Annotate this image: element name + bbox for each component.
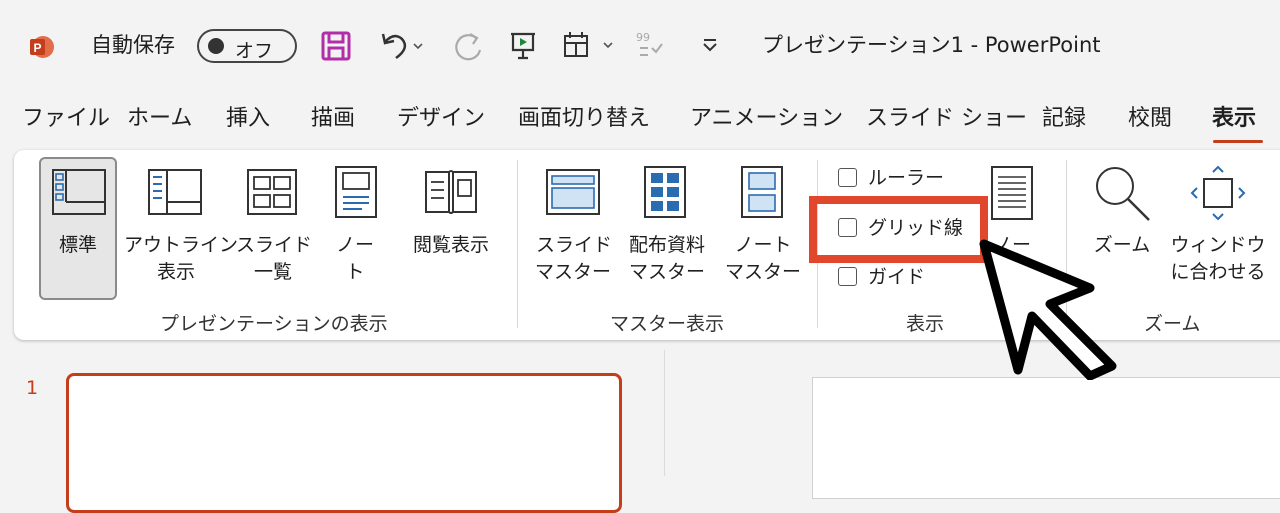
powerpoint-icon: P bbox=[27, 33, 55, 61]
group-label-master-views: マスター表示 bbox=[610, 313, 725, 335]
autosave-state: オフ bbox=[235, 40, 274, 62]
group-separator bbox=[517, 160, 518, 328]
tab-review[interactable]: 校閲 bbox=[1128, 108, 1172, 130]
normal-view-label: 標準 bbox=[58, 234, 97, 256]
slide-thumbnail[interactable] bbox=[66, 373, 622, 513]
layout-icon[interactable] bbox=[562, 30, 618, 60]
slide-sorter-label-1: スライド bbox=[236, 234, 313, 256]
present-icon[interactable] bbox=[508, 30, 538, 60]
notes-page-label-2: ト bbox=[345, 261, 365, 283]
outline-view-label-2: 表示 bbox=[156, 261, 195, 283]
active-tab-indicator bbox=[1213, 140, 1263, 143]
slide-master-label-1: スライド bbox=[536, 234, 613, 256]
checklist-icon[interactable]: 99 bbox=[634, 28, 668, 62]
reading-view-icon[interactable] bbox=[423, 168, 479, 216]
undo-icon[interactable] bbox=[380, 30, 426, 62]
slide-master-icon[interactable] bbox=[545, 168, 601, 216]
svg-text:P: P bbox=[33, 41, 41, 55]
tab-insert[interactable]: 挿入 bbox=[226, 108, 270, 130]
mouse-cursor-icon bbox=[978, 238, 1118, 380]
slide-master-label-2: マスター bbox=[534, 261, 611, 283]
tab-design[interactable]: デザイン bbox=[397, 108, 485, 130]
outline-view-label-1: アウトライン bbox=[124, 234, 239, 256]
reading-view-label: 閲覧表示 bbox=[412, 234, 489, 256]
group-label-show: 表示 bbox=[906, 313, 945, 335]
tab-slideshow[interactable]: スライド ショー bbox=[866, 108, 1027, 130]
group-label-zoom: ズーム bbox=[1144, 313, 1201, 335]
guides-checkbox[interactable] bbox=[838, 267, 857, 286]
tab-home[interactable]: ホーム bbox=[127, 108, 192, 130]
tab-view[interactable]: 表示 bbox=[1212, 108, 1256, 130]
ruler-checkbox[interactable] bbox=[838, 168, 857, 187]
ruler-label: ルーラー bbox=[868, 167, 945, 189]
handout-master-icon[interactable] bbox=[643, 165, 689, 219]
guides-label: ガイド bbox=[868, 266, 926, 288]
group-label-presentation-views: プレゼンテーションの表示 bbox=[160, 313, 388, 335]
toggle-knob bbox=[208, 38, 224, 54]
slide-sorter-icon[interactable] bbox=[246, 168, 298, 216]
slide-canvas[interactable] bbox=[812, 377, 1280, 499]
notes-master-label-2: マスター bbox=[724, 261, 801, 283]
save-icon[interactable] bbox=[320, 30, 352, 62]
gridlines-highlight-box bbox=[809, 196, 988, 263]
handout-master-label-2: マスター bbox=[628, 261, 705, 283]
autosave-label: 自動保存 bbox=[91, 33, 175, 57]
zoom-magnifier-icon[interactable] bbox=[1093, 164, 1153, 224]
title-bar: P 自動保存 オフ 99 プレゼンテーション1 - PowerPoint bbox=[0, 0, 1280, 92]
notes-page-icon[interactable] bbox=[334, 165, 380, 219]
autosave-toggle[interactable]: オフ bbox=[197, 29, 297, 63]
tab-animations[interactable]: アニメーション bbox=[690, 108, 843, 130]
fit-to-window-label-1: ウィンドウ bbox=[1170, 234, 1266, 256]
outline-view-icon[interactable] bbox=[147, 168, 203, 216]
tab-file[interactable]: ファイル bbox=[22, 108, 110, 130]
fit-to-window-icon[interactable] bbox=[1188, 164, 1248, 222]
handout-master-label-1: 配布資料 bbox=[628, 234, 705, 256]
fit-to-window-label-2: に合わせる bbox=[1170, 261, 1266, 283]
pane-divider[interactable] bbox=[664, 350, 665, 476]
tab-transitions[interactable]: 画面切り替え bbox=[518, 108, 650, 130]
notes-pane-icon[interactable] bbox=[990, 165, 1034, 221]
window-title: プレゼンテーション1 - PowerPoint bbox=[762, 33, 1101, 57]
customize-icon[interactable] bbox=[700, 34, 720, 54]
normal-view-icon bbox=[51, 168, 107, 216]
slide-number: 1 bbox=[26, 377, 39, 399]
slide-sorter-label-2: 一覧 bbox=[253, 261, 292, 283]
svg-text:99: 99 bbox=[636, 31, 650, 44]
tab-draw[interactable]: 描画 bbox=[311, 108, 355, 130]
notes-master-label-1: ノート bbox=[734, 234, 792, 256]
redo-icon[interactable] bbox=[452, 30, 486, 64]
notes-master-icon[interactable] bbox=[740, 165, 786, 219]
notes-page-label-1: ノー bbox=[335, 234, 374, 256]
tab-record[interactable]: 記録 bbox=[1042, 108, 1086, 130]
